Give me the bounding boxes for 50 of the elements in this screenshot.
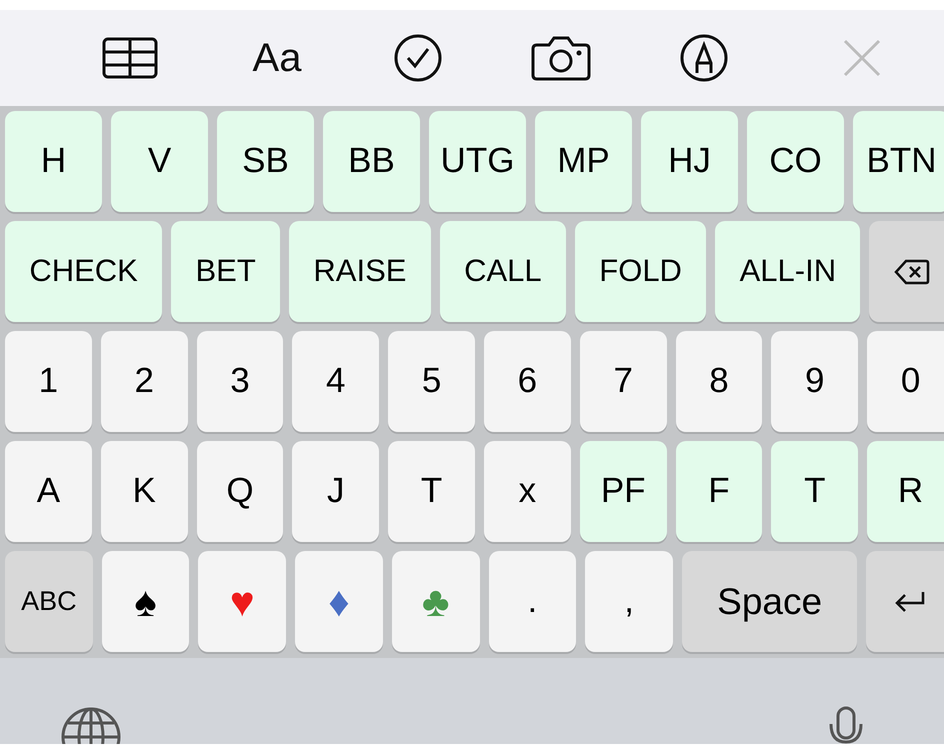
space-key[interactable]: Space: [682, 551, 858, 652]
key[interactable]: 0: [867, 331, 944, 432]
camera-icon[interactable]: [531, 35, 591, 81]
abc-key[interactable]: ABC: [5, 551, 93, 652]
key[interactable]: T: [771, 441, 858, 542]
delete-key[interactable]: [869, 221, 944, 322]
return-key[interactable]: [866, 551, 944, 652]
key[interactable]: RAISE: [289, 221, 431, 322]
suit-key[interactable]: ♦: [295, 551, 383, 652]
key[interactable]: CO: [747, 111, 844, 212]
key[interactable]: H: [5, 111, 102, 212]
key[interactable]: F: [676, 441, 762, 542]
key[interactable]: 4: [292, 331, 380, 432]
key[interactable]: CHECK: [5, 221, 162, 322]
key[interactable]: UTG: [429, 111, 526, 212]
key[interactable]: A: [5, 441, 92, 542]
key[interactable]: BB: [323, 111, 420, 212]
key[interactable]: ALL-IN: [715, 221, 860, 322]
key[interactable]: R: [867, 441, 944, 542]
key[interactable]: 2: [100, 331, 188, 432]
key[interactable]: V: [111, 111, 208, 212]
key[interactable]: 3: [196, 331, 284, 432]
table-icon[interactable]: [102, 37, 158, 79]
suit-key[interactable]: ♥: [198, 551, 286, 652]
key[interactable]: Q: [196, 441, 284, 542]
key[interactable]: BET: [171, 221, 280, 322]
suit-key[interactable]: ♠: [102, 551, 190, 652]
key[interactable]: CALL: [440, 221, 566, 322]
key[interactable]: T: [388, 441, 475, 542]
key[interactable]: J: [292, 441, 380, 542]
key[interactable]: 5: [388, 331, 475, 432]
key[interactable]: SB: [217, 111, 314, 212]
key[interactable]: K: [100, 441, 188, 542]
key[interactable]: 9: [771, 331, 858, 432]
key[interactable]: PF: [580, 441, 667, 542]
key[interactable]: MP: [535, 111, 632, 212]
key[interactable]: FOLD: [574, 221, 706, 322]
checkmark-circle-icon[interactable]: [393, 33, 443, 83]
key[interactable]: ,: [585, 551, 673, 652]
text-format-button[interactable]: Aa: [252, 38, 302, 78]
backspace-icon: [894, 258, 930, 284]
key[interactable]: .: [488, 551, 576, 652]
pen-circle-icon[interactable]: [679, 33, 729, 83]
key[interactable]: 6: [484, 331, 571, 432]
key[interactable]: BTN: [853, 111, 944, 212]
key[interactable]: 8: [676, 331, 762, 432]
key[interactable]: 7: [580, 331, 667, 432]
key[interactable]: HJ: [641, 111, 738, 212]
key[interactable]: x: [484, 441, 571, 542]
key[interactable]: 1: [5, 331, 92, 432]
